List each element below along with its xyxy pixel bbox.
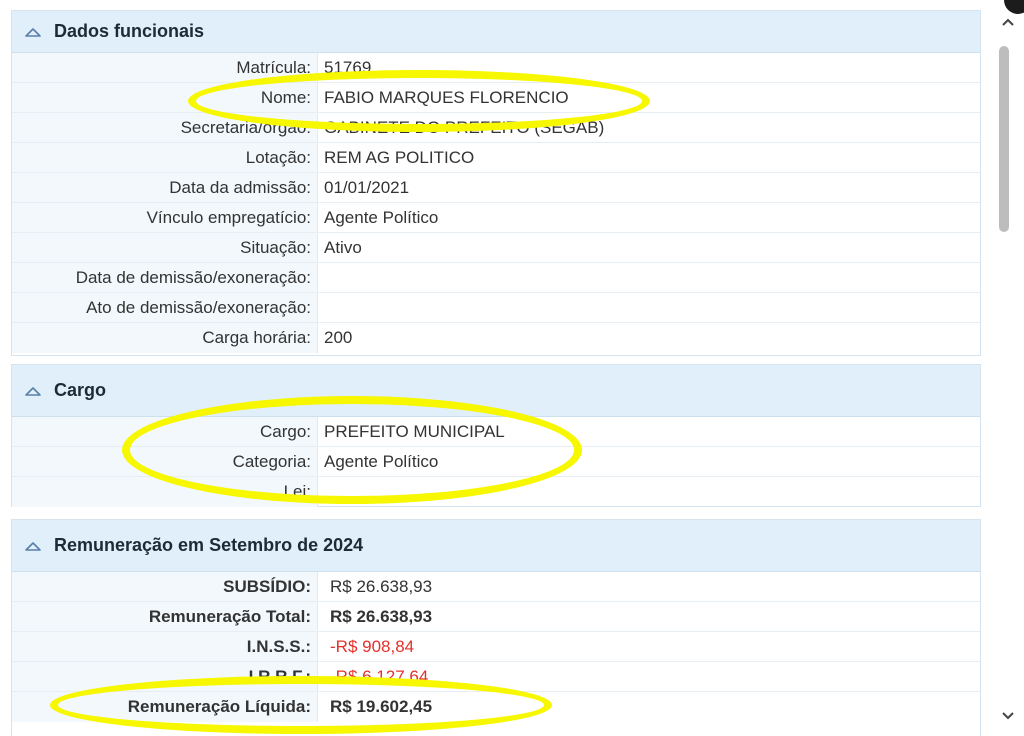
table-row: Situação: Ativo bbox=[12, 233, 980, 263]
table-row: Vínculo empregatício: Agente Político bbox=[12, 203, 980, 233]
field-value bbox=[318, 263, 980, 292]
scroll-viewport[interactable]: Dados funcionais Matrícula: 51769 Nome: … bbox=[0, 0, 992, 736]
field-label: SUBSÍDIO: bbox=[12, 572, 318, 601]
field-label: Vínculo empregatício: bbox=[12, 203, 318, 232]
field-label: Categoria: bbox=[12, 447, 318, 476]
field-label: Carga horária: bbox=[12, 323, 318, 353]
field-value: PREFEITO MUNICIPAL bbox=[324, 422, 505, 441]
panel-header-remuneracao[interactable]: Remuneração em Setembro de 2024 bbox=[12, 520, 980, 572]
field-value: Ativo bbox=[324, 238, 362, 257]
vertical-scrollbar[interactable] bbox=[992, 0, 1024, 736]
field-value: Agente Político bbox=[324, 208, 439, 227]
panel-dados-funcionais: Dados funcionais Matrícula: 51769 Nome: … bbox=[11, 10, 981, 356]
chevron-up-icon[interactable] bbox=[24, 540, 42, 552]
panel-title: Remuneração em Setembro de 2024 bbox=[54, 535, 364, 555]
field-label: Lei: bbox=[12, 477, 318, 507]
field-value bbox=[318, 477, 980, 507]
scroll-down-arrow-icon[interactable] bbox=[998, 708, 1018, 724]
field-value: R$ 26.638,93 bbox=[330, 577, 433, 596]
table-row: Matrícula: 51769 bbox=[12, 53, 980, 83]
field-label: Nome: bbox=[12, 83, 318, 112]
panel-header-cargo[interactable]: Cargo bbox=[12, 365, 980, 417]
panel-remuneracao: Remuneração em Setembro de 2024 SUBSÍDIO… bbox=[11, 519, 981, 736]
field-label: Situação: bbox=[12, 233, 318, 262]
field-value: -R$ 6.127,64 bbox=[330, 667, 429, 686]
field-value: 01/01/2021 bbox=[324, 178, 410, 197]
field-label: I.R.R.F.: bbox=[12, 662, 318, 691]
table-row: Remuneração Líquida: R$ 19.602,45 bbox=[12, 692, 980, 722]
panel-header-dados-funcionais[interactable]: Dados funcionais bbox=[12, 11, 980, 53]
table-row: Nome: FABIO MARQUES FLORENCIO bbox=[12, 83, 980, 113]
field-value: R$ 19.602,45 bbox=[330, 697, 433, 716]
table-row: Ato de demissão/exoneração: bbox=[12, 293, 980, 323]
field-label: Data de demissão/exoneração: bbox=[12, 263, 318, 292]
table-row: Data da admissão: 01/01/2021 bbox=[12, 173, 980, 203]
field-label: Data da admissão: bbox=[12, 173, 318, 202]
panel-title: Cargo bbox=[54, 380, 107, 400]
chevron-up-icon[interactable] bbox=[24, 26, 42, 38]
field-label: Remuneração Líquida: bbox=[12, 692, 318, 722]
field-label: Secretaria/orgão: bbox=[12, 113, 318, 142]
table-row: Lotação: REM AG POLITICO bbox=[12, 143, 980, 173]
table-row: Secretaria/orgão: GABINETE DO PREFEITO (… bbox=[12, 113, 980, 143]
table-row: Lei: bbox=[12, 477, 980, 507]
field-value: -R$ 908,84 bbox=[330, 637, 415, 656]
table-row: Carga horária: 200 bbox=[12, 323, 980, 353]
field-value: Agente Político bbox=[324, 452, 439, 471]
field-label: Cargo: bbox=[12, 417, 318, 446]
field-value: 51769 bbox=[324, 58, 372, 77]
field-label: Ato de demissão/exoneração: bbox=[12, 293, 318, 322]
panel-cargo: Cargo Cargo: PREFEITO MUNICIPAL Categori… bbox=[11, 364, 981, 507]
field-label: Remuneração Total: bbox=[12, 602, 318, 631]
chevron-up-icon[interactable] bbox=[24, 385, 42, 397]
table-row: Data de demissão/exoneração: bbox=[12, 263, 980, 293]
scrollbar-thumb[interactable] bbox=[999, 46, 1009, 232]
field-label: Lotação: bbox=[12, 143, 318, 172]
panel-title: Dados funcionais bbox=[54, 21, 205, 41]
field-value: REM AG POLITICO bbox=[324, 148, 475, 167]
table-row: Cargo: PREFEITO MUNICIPAL bbox=[12, 417, 980, 447]
table-row: Categoria: Agente Político bbox=[12, 447, 980, 477]
field-value: GABINETE DO PREFEITO (SEGAB) bbox=[324, 118, 605, 137]
field-value: 200 bbox=[324, 328, 353, 347]
table-row: I.R.R.F.: -R$ 6.127,64 bbox=[12, 662, 980, 692]
field-value: FABIO MARQUES FLORENCIO bbox=[324, 88, 569, 107]
field-label: Matrícula: bbox=[12, 53, 318, 82]
table-row: Remuneração Total: R$ 26.638,93 bbox=[12, 602, 980, 632]
table-row: I.N.S.S.: -R$ 908,84 bbox=[12, 632, 980, 662]
field-label: I.N.S.S.: bbox=[12, 632, 318, 661]
field-value bbox=[318, 293, 980, 322]
table-row: SUBSÍDIO: R$ 26.638,93 bbox=[12, 572, 980, 602]
scroll-up-arrow-icon[interactable] bbox=[998, 14, 1018, 30]
field-value: R$ 26.638,93 bbox=[330, 607, 433, 626]
